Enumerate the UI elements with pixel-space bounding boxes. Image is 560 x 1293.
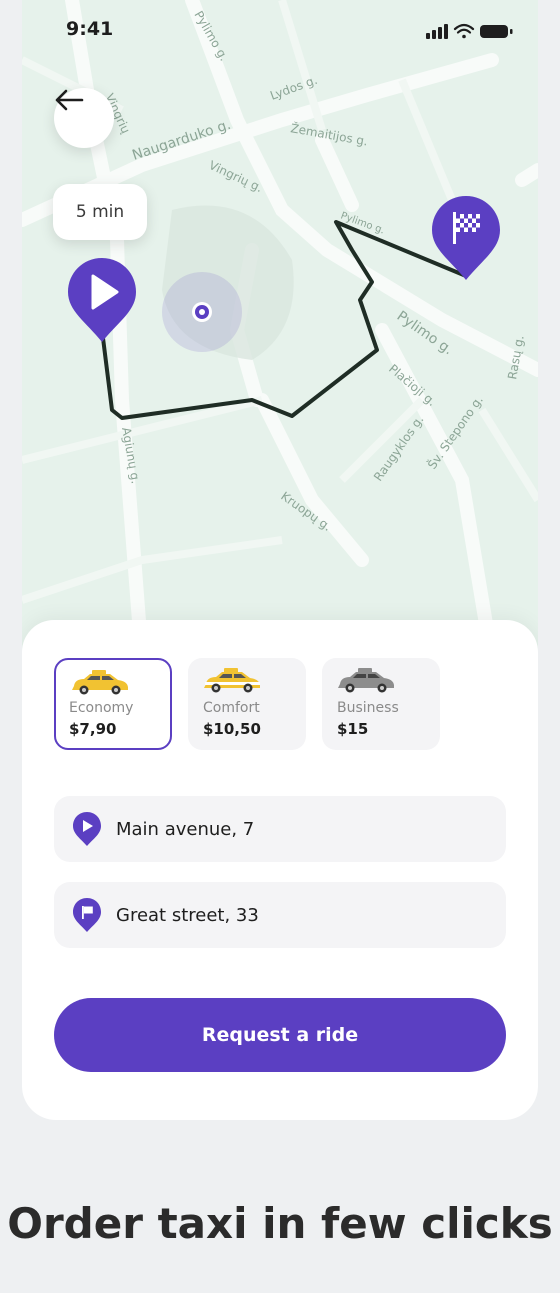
ride-price: $10,50	[203, 720, 261, 738]
taxi-car-icon	[72, 670, 128, 695]
ride-name: Comfort	[203, 700, 260, 716]
arrow-left-icon	[55, 89, 84, 111]
map[interactable]: Pylimo g. Naugarduko g. Vingrių Lydos g.…	[22, 0, 538, 660]
headline: Order taxi in few clicks	[7, 1199, 553, 1248]
play-pin-icon	[72, 811, 102, 847]
status-bar: 9:41	[22, 0, 538, 60]
status-icons	[426, 22, 516, 44]
ride-sheet: Economy $7,90 Comfort $10,50 Business $1…	[22, 620, 538, 1120]
eta-text: 5 min	[75, 202, 125, 222]
destination-address: Great street, 33	[116, 904, 259, 926]
back-button[interactable]	[54, 88, 114, 148]
eta-badge: 5 min	[53, 184, 147, 240]
signal-icon	[426, 24, 448, 39]
wifi-icon	[453, 23, 475, 39]
ride-price: $15	[337, 720, 369, 738]
taxi-car-icon	[204, 668, 260, 693]
pickup-field[interactable]: Main avenue, 7	[54, 796, 506, 862]
destination-field[interactable]: Great street, 33	[54, 882, 506, 948]
ride-options: Economy $7,90 Comfort $10,50 Business $1…	[54, 658, 440, 750]
ride-name: Economy	[69, 700, 134, 716]
pickup-address: Main avenue, 7	[116, 818, 255, 840]
ride-option-business[interactable]: Business $15	[322, 658, 440, 750]
flag-pin-icon	[72, 897, 102, 933]
battery-icon	[480, 25, 513, 38]
ride-option-comfort[interactable]: Comfort $10,50	[188, 658, 306, 750]
ride-option-economy[interactable]: Economy $7,90	[54, 658, 172, 750]
ride-name: Business	[337, 700, 399, 716]
taxi-car-icon	[338, 668, 394, 693]
ride-price: $7,90	[69, 720, 117, 738]
phone-screen: Pylimo g. Naugarduko g. Vingrių Lydos g.…	[22, 0, 538, 1120]
request-ride-button[interactable]: Request a ride	[54, 998, 506, 1072]
status-time: 9:41	[66, 18, 114, 40]
